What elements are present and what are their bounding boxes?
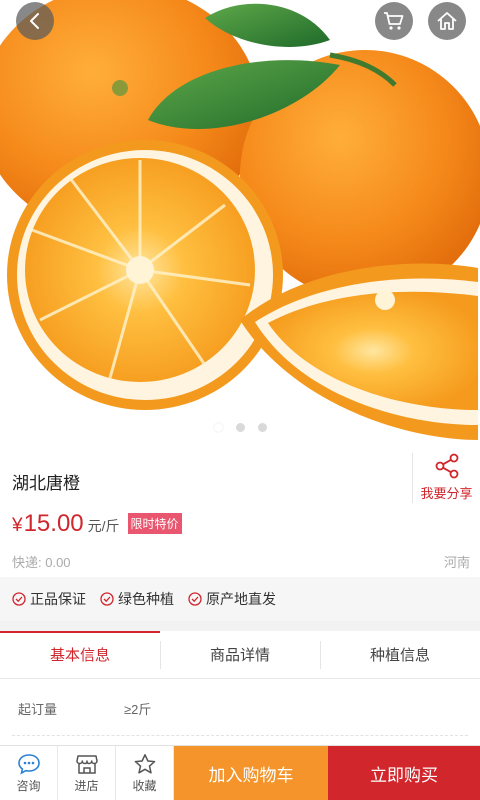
check-circle-icon	[188, 592, 202, 606]
store-label: 进店	[74, 778, 99, 793]
guarantee-label: 绿色种植	[118, 591, 174, 607]
carousel-dot[interactable]	[235, 423, 245, 432]
price-unit: 元/斤	[87, 518, 120, 534]
guarantee-item: 绿色种植	[100, 589, 174, 609]
product-title: 湖北唐橙	[12, 474, 80, 493]
star-icon	[134, 753, 155, 774]
share-label: 我要分享	[420, 486, 473, 501]
check-circle-icon	[100, 592, 114, 606]
promo-badge: 限时特价	[127, 513, 182, 534]
carousel-dot[interactable]	[257, 423, 267, 432]
add-to-cart-button[interactable]: 加入购物车	[174, 746, 328, 800]
store-icon	[75, 754, 98, 774]
store-button[interactable]: 进店	[58, 746, 116, 800]
spec-value: ≥2斤	[124, 702, 152, 717]
home-button[interactable]	[428, 2, 466, 40]
tab-basic-info[interactable]: 基本信息	[0, 631, 160, 678]
tab-planting-info[interactable]: 种植信息	[320, 631, 480, 678]
price-value: 15.00	[23, 510, 84, 537]
favorite-button[interactable]: 收藏	[116, 746, 174, 800]
consult-button[interactable]: 咨询	[0, 746, 58, 800]
tab-product-details[interactable]: 商品详情	[160, 631, 320, 678]
product-photo	[0, 0, 480, 443]
guarantee-label: 正品保证	[30, 591, 86, 607]
price-currency: ¥	[12, 515, 23, 536]
product-info: 湖北唐橙 我要分享 ¥ 15.00 元/斤 限时特价 快递: 0.00 河南	[0, 443, 480, 577]
spec-label: 起订量	[18, 702, 58, 717]
home-icon	[437, 12, 457, 30]
price-row: ¥ 15.00 元/斤 限时特价	[12, 510, 182, 538]
bottom-action-bar: 咨询 进店 收藏 加入购物车 立即购买	[0, 745, 480, 800]
chevron-left-icon	[30, 13, 39, 29]
shipping-fee: 快递: 0.00	[12, 555, 71, 570]
product-image-carousel[interactable]	[0, 0, 480, 443]
carousel-indicator	[0, 423, 480, 432]
cart-icon	[384, 12, 404, 30]
spec-row: 起订量 ≥2斤	[0, 679, 480, 745]
check-circle-icon	[12, 592, 26, 606]
chat-icon	[17, 753, 40, 775]
guarantee-list: 正品保证 绿色种植 原产地直发	[0, 577, 480, 621]
divider	[12, 735, 468, 736]
carousel-dot[interactable]	[213, 423, 223, 432]
favorite-label: 收藏	[132, 778, 157, 793]
guarantee-item: 正品保证	[12, 589, 86, 609]
consult-label: 咨询	[16, 778, 41, 793]
share-icon	[435, 453, 458, 479]
share-button[interactable]: 我要分享	[412, 453, 480, 503]
guarantee-label: 原产地直发	[206, 591, 276, 607]
detail-tabs: 基本信息 商品详情 种植信息	[0, 631, 480, 679]
guarantee-item: 原产地直发	[188, 589, 276, 609]
back-button[interactable]	[16, 2, 54, 40]
buy-now-button[interactable]: 立即购买	[328, 746, 480, 800]
origin-location: 河南	[443, 555, 470, 570]
cart-button[interactable]	[375, 2, 413, 40]
